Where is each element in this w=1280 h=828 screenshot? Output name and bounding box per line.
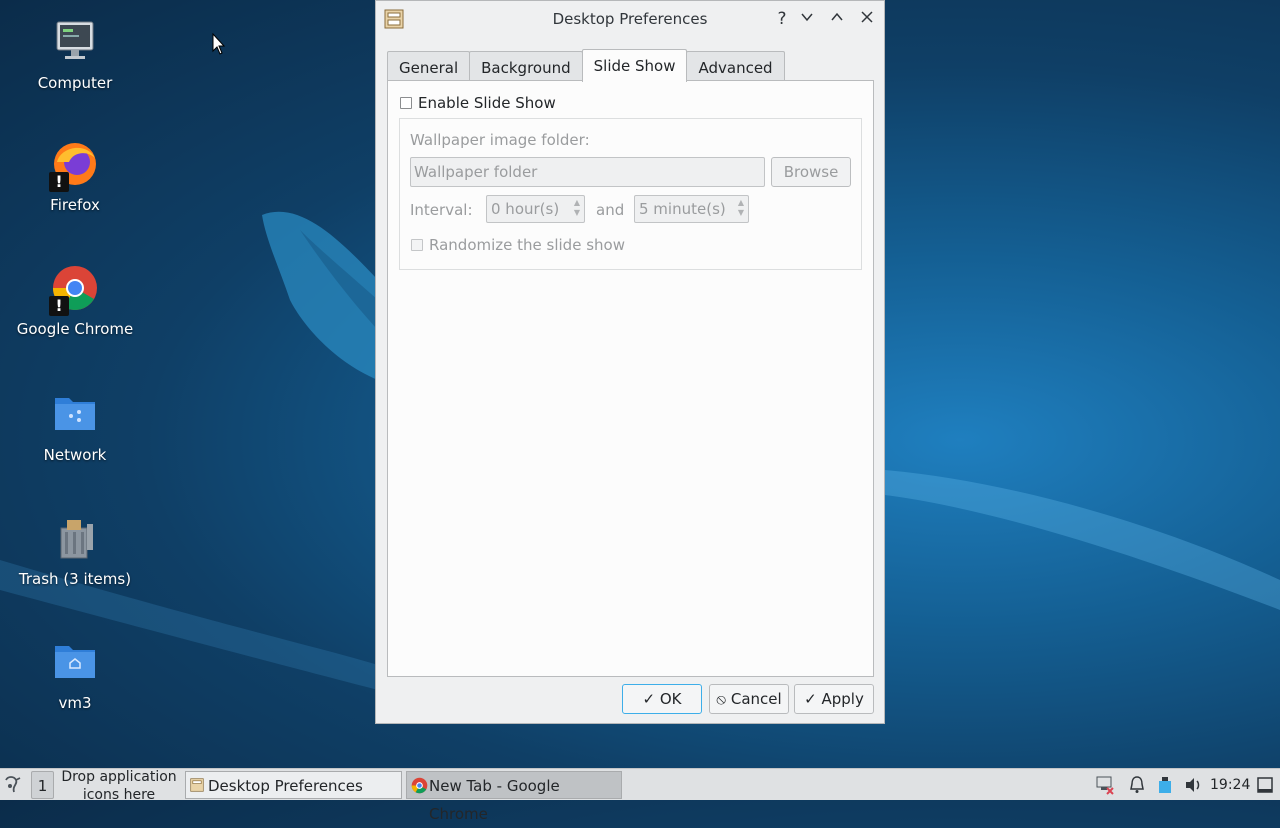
trash-icon <box>51 514 99 562</box>
desktop-icon-computer[interactable]: Computer <box>15 18 135 94</box>
close-button[interactable] <box>855 7 879 31</box>
task-label: Desktop Preferences <box>208 777 363 795</box>
preferences-app-icon <box>190 778 204 792</box>
minutes-value: 5 minute(s) <box>639 200 726 218</box>
ok-button[interactable]: ✓ OK <box>622 684 702 714</box>
spin-arrows-icon[interactable]: ▲ ▼ <box>736 198 746 220</box>
application-menu-button[interactable] <box>2 771 26 799</box>
show-desktop-icon[interactable] <box>1255 775 1275 795</box>
desktop-icon-label: Computer <box>37 74 113 92</box>
randomize-checkbox[interactable] <box>411 239 423 251</box>
quicklaunch-area[interactable]: Drop application icons here <box>58 768 180 803</box>
chrome-icon: ! <box>49 264 99 316</box>
check-icon: ✓ <box>642 690 656 708</box>
desktop-icon-label: Network <box>43 446 107 464</box>
notifications-bell-icon[interactable] <box>1127 775 1147 795</box>
wallpaper-folder-input[interactable]: Wallpaper folder <box>410 157 765 187</box>
cancel-icon: ⦸ <box>716 690 727 708</box>
workspace-switcher[interactable]: 1 <box>31 771 54 799</box>
warning-badge-icon: ! <box>49 172 69 192</box>
network-disconnected-icon[interactable] <box>1095 775 1115 795</box>
tab-general[interactable]: General <box>387 51 471 81</box>
interval-label: Interval: <box>410 201 473 219</box>
firefox-icon: ! <box>49 140 99 192</box>
randomize-label[interactable]: Randomize the slide show <box>429 236 625 254</box>
desktop-icon-firefox[interactable]: ! Firefox <box>15 140 135 216</box>
desktop-icon-network[interactable]: Network <box>15 390 135 466</box>
spin-arrows-icon[interactable]: ▲ ▼ <box>572 198 582 220</box>
close-icon <box>861 11 873 23</box>
enable-slide-show-label[interactable]: Enable Slide Show <box>418 94 556 112</box>
network-folder-icon <box>51 390 99 438</box>
volume-icon[interactable] <box>1183 775 1203 795</box>
desktop-preferences-dialog: Desktop Preferences ? General Background… <box>375 0 885 724</box>
tab-background[interactable]: Background <box>469 51 583 81</box>
app-launcher-icon <box>5 776 21 793</box>
task-label: New Tab - Google Chrome <box>429 777 560 823</box>
apply-label: Apply <box>821 690 864 708</box>
minutes-spinbox[interactable]: 5 minute(s) ▲ ▼ <box>634 195 749 223</box>
check-icon: ✓ <box>804 690 817 708</box>
clock[interactable]: 19:24 <box>1210 771 1252 799</box>
tab-bar: General Background Slide Show Advanced <box>387 49 785 82</box>
slide-show-panel: Enable Slide Show Wallpaper image folder… <box>387 80 874 677</box>
titlebar[interactable]: Desktop Preferences ? <box>376 1 884 37</box>
hours-value: 0 hour(s) <box>491 200 560 218</box>
enable-slide-show-checkbox[interactable] <box>400 97 412 109</box>
home-folder-icon <box>51 638 99 686</box>
desktop-icon-trash[interactable]: Trash (3 items) <box>15 514 135 590</box>
help-button[interactable]: ? <box>770 7 794 31</box>
tab-advanced[interactable]: Advanced <box>686 51 785 81</box>
wallpaper-folder-label: Wallpaper image folder: <box>410 131 590 149</box>
cancel-label: Cancel <box>730 690 782 708</box>
desktop-icon-label: Google Chrome <box>16 320 134 338</box>
desktop-icon-chrome[interactable]: ! Google Chrome <box>15 264 135 340</box>
slide-show-settings-group: Wallpaper image folder: Wallpaper folder… <box>399 118 862 270</box>
apply-button[interactable]: ✓ Apply <box>794 684 874 714</box>
desktop-icon-label: Firefox <box>50 196 100 214</box>
warning-badge-icon: ! <box>49 296 69 316</box>
desktop-icon-label: vm3 <box>58 694 92 712</box>
mouse-cursor-icon <box>212 33 226 55</box>
browse-button[interactable]: Browse <box>771 157 851 187</box>
and-label: and <box>596 201 625 219</box>
task-google-chrome[interactable]: New Tab - Google Chrome <box>406 771 622 823</box>
chevron-up-icon <box>831 12 843 21</box>
tab-slide-show[interactable]: Slide Show <box>581 49 688 82</box>
ok-label: OK <box>659 690 682 708</box>
cancel-button[interactable]: ⦸ Cancel <box>709 684 789 714</box>
desktop-icon-home[interactable]: vm3 <box>15 638 135 714</box>
minimize-button[interactable] <box>795 7 819 31</box>
taskbar: 1 Drop application icons here Desktop Pr… <box>0 768 1280 823</box>
removable-drive-icon[interactable] <box>1155 775 1175 795</box>
desktop-icon-label: Trash (3 items) <box>18 570 132 588</box>
chevron-down-icon <box>801 13 813 22</box>
chrome-icon <box>411 777 428 794</box>
maximize-button[interactable] <box>825 7 849 31</box>
hours-spinbox[interactable]: 0 hour(s) ▲ ▼ <box>486 195 585 223</box>
computer-icon <box>51 18 99 66</box>
task-desktop-preferences[interactable]: Desktop Preferences <box>185 771 402 799</box>
wallpaper-folder-placeholder: Wallpaper folder <box>414 163 538 181</box>
